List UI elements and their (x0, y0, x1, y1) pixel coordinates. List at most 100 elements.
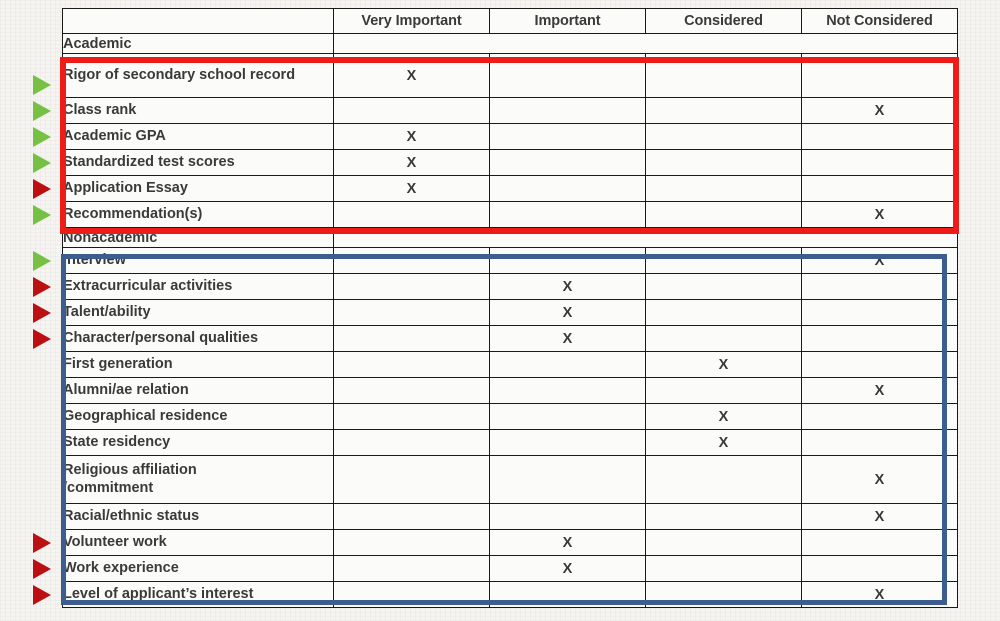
factor-label: Standardized test scores (62, 149, 334, 176)
factor-label: Level of applicant’s interest (62, 581, 334, 608)
column-header-blank (62, 8, 334, 34)
factor-label: Racial/ethnic status (62, 503, 334, 530)
factor-label: Academic GPA (62, 123, 334, 150)
cell-considered (645, 123, 802, 150)
factor-label: Geographical residence (62, 403, 334, 430)
section-band-filler (333, 33, 958, 54)
cell-considered (645, 299, 802, 326)
green-arrow-marker (33, 74, 51, 95)
cell-considered (645, 581, 802, 608)
factor-label: First generation (62, 351, 334, 378)
cell-considered (645, 247, 802, 274)
cell-considered (645, 529, 802, 556)
cell-important: X (489, 299, 646, 326)
cell-important (489, 351, 646, 378)
cell-not-considered (801, 123, 958, 150)
section-band-filler (333, 227, 958, 248)
cell-important (489, 581, 646, 608)
admission-factors-table: Very Important Important Considered Not … (62, 8, 958, 608)
cell-not-considered (801, 273, 958, 300)
cell-not-considered (801, 403, 958, 430)
cell-important (489, 97, 646, 124)
table-row: Volunteer work X (62, 529, 958, 556)
cell-important: X (489, 555, 646, 582)
table-row: State residency X (62, 429, 958, 456)
cell-not-considered: X (801, 581, 958, 608)
column-header-important: Important (489, 8, 646, 34)
table-row: Geographical residence X (62, 403, 958, 430)
cell-very-important (333, 429, 490, 456)
cell-not-considered: X (801, 503, 958, 530)
column-header-considered: Considered (645, 8, 802, 34)
cell-very-important (333, 403, 490, 430)
cell-important (489, 403, 646, 430)
admission-factors-sheet: Very Important Important Considered Not … (0, 0, 1000, 621)
cell-very-important (333, 377, 490, 404)
cell-not-considered: X (801, 97, 958, 124)
cell-considered (645, 97, 802, 124)
factor-label: Application Essay (62, 175, 334, 202)
cell-considered: X (645, 429, 802, 456)
table-row: Academic GPA X (62, 123, 958, 150)
cell-not-considered (801, 53, 958, 98)
cell-important (489, 503, 646, 530)
cell-not-considered (801, 555, 958, 582)
table-row: Racial/ethnic status X (62, 503, 958, 530)
cell-considered (645, 273, 802, 300)
cell-important (489, 455, 646, 504)
cell-not-considered (801, 429, 958, 456)
table-row: Extracurricular activities X (62, 273, 958, 300)
cell-important (489, 123, 646, 150)
red-arrow-marker (33, 276, 51, 297)
section-title-nonacademic: Nonacademic (62, 227, 334, 248)
table-row: Application Essay X (62, 175, 958, 202)
cell-very-important (333, 503, 490, 530)
cell-very-important (333, 325, 490, 352)
cell-very-important (333, 529, 490, 556)
cell-important: X (489, 273, 646, 300)
cell-important (489, 429, 646, 456)
factor-label: Alumni/ae relation (62, 377, 334, 404)
cell-considered (645, 555, 802, 582)
section-header-row: Nonacademic (62, 227, 958, 248)
factor-label: Rigor of secondary school record (62, 53, 334, 98)
cell-important (489, 175, 646, 202)
red-arrow-marker (33, 302, 51, 323)
red-arrow-marker (33, 328, 51, 349)
cell-not-considered (801, 529, 958, 556)
factor-label: Interview (62, 247, 334, 274)
factor-label: Character/personal qualities (62, 325, 334, 352)
factor-label: State residency (62, 429, 334, 456)
factor-label: Extracurricular activities (62, 273, 334, 300)
cell-very-important (333, 97, 490, 124)
cell-considered (645, 377, 802, 404)
table-row: Class rank X (62, 97, 958, 124)
cell-very-important (333, 351, 490, 378)
cell-considered (645, 53, 802, 98)
table-header: Very Important Important Considered Not … (62, 8, 958, 34)
cell-very-important (333, 201, 490, 228)
column-header-very-important: Very Important (333, 8, 490, 34)
cell-not-considered: X (801, 201, 958, 228)
cell-not-considered (801, 299, 958, 326)
cell-important (489, 377, 646, 404)
factor-label: Talent/ability (62, 299, 334, 326)
cell-important (489, 201, 646, 228)
section-header-row: Academic (62, 33, 958, 54)
green-arrow-marker (33, 152, 51, 173)
cell-considered: X (645, 351, 802, 378)
cell-very-important (333, 273, 490, 300)
table-row: Standardized test scores X (62, 149, 958, 176)
table-row: First generation X (62, 351, 958, 378)
cell-considered (645, 149, 802, 176)
cell-considered (645, 175, 802, 202)
cell-not-considered (801, 175, 958, 202)
factor-label: Class rank (62, 97, 334, 124)
cell-very-important: X (333, 123, 490, 150)
cell-considered: X (645, 403, 802, 430)
cell-very-important (333, 455, 490, 504)
factor-label: Volunteer work (62, 529, 334, 556)
cell-important: X (489, 529, 646, 556)
table-row: Level of applicant’s interest X (62, 581, 958, 608)
table-row: Alumni/ae relation X (62, 377, 958, 404)
